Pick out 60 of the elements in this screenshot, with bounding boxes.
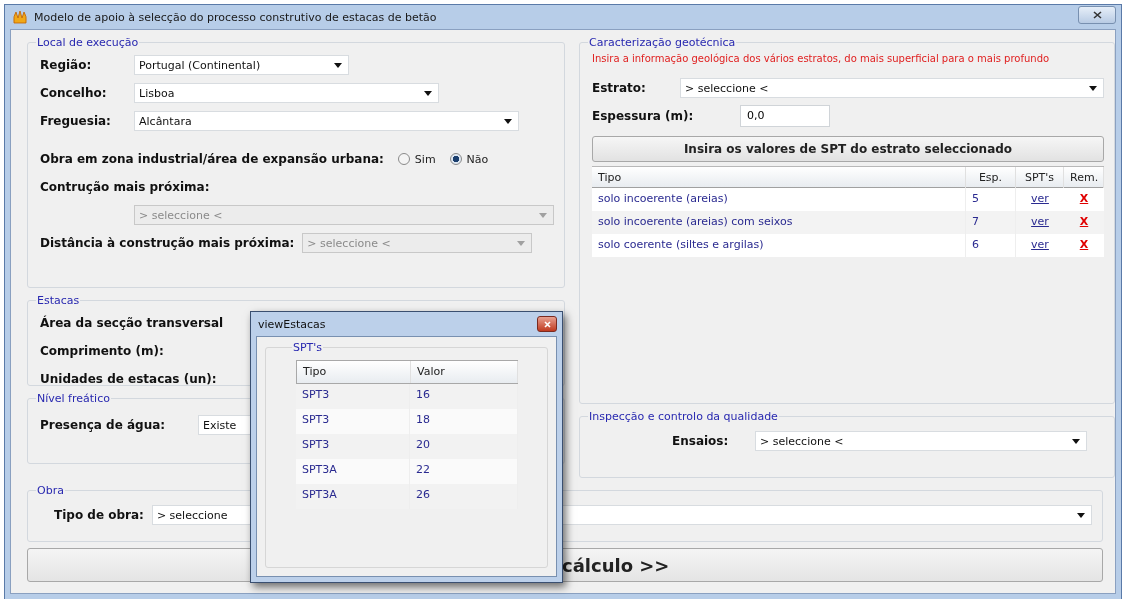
- group-title: Inspecção e controlo da qualidade: [588, 410, 779, 423]
- dropdown-arrow-icon: [517, 240, 526, 246]
- field-label: Espessura (m):: [592, 109, 695, 123]
- dropdown[interactable]: Portugal (Continental): [134, 55, 349, 75]
- field-label: Ensaios:: [672, 434, 730, 448]
- field-label: Comprimento (m):: [40, 344, 164, 358]
- field-label: Distância à construção mais próxima:: [40, 236, 295, 250]
- dropdown[interactable]: > seleccione <: [680, 78, 1104, 98]
- field-label: Área da secção transversal: [40, 316, 224, 330]
- field-label: Região:: [40, 58, 93, 72]
- column-header: Tipo: [297, 361, 411, 383]
- remove-link[interactable]: X: [1064, 211, 1104, 234]
- instruction-text: Insira a informação geológica dos vários estratos, do mais superficial para o mais profundo: [592, 53, 1051, 64]
- field-label: Concelho:: [40, 86, 108, 100]
- close-icon: [1092, 11, 1102, 19]
- field-label: Estrato:: [592, 81, 647, 95]
- radio-option[interactable]: Não: [449, 152, 489, 166]
- close-button[interactable]: [537, 316, 557, 332]
- group-title: Caracterização geotécnica: [588, 36, 737, 49]
- field-label: Tipo de obra:: [54, 508, 144, 522]
- group-title: Nível freático: [36, 392, 111, 405]
- dialog-title: viewEstacas: [258, 317, 326, 331]
- column-header: Valor: [411, 361, 518, 383]
- dropdown[interactable]: > seleccione <: [755, 431, 1087, 451]
- group-title: Estacas: [36, 294, 81, 307]
- close-button[interactable]: [1078, 6, 1116, 24]
- table-cell: SPT3A: [296, 484, 410, 509]
- field-label: Presença de água:: [40, 418, 167, 432]
- field-label: Freguesia:: [40, 114, 112, 128]
- radio-button[interactable]: [397, 153, 410, 165]
- radio-button[interactable]: [449, 153, 462, 165]
- table-cell: solo coerente (siltes e argilas): [592, 234, 966, 257]
- insert-spt-button[interactable]: Insira os valores de SPT do estrato seleccionado: [592, 136, 1104, 162]
- dropdown-arrow-icon: [424, 90, 432, 96]
- dropdown[interactable]: Lisboa: [134, 83, 439, 103]
- field-label: Contrução mais próxima:: [40, 180, 210, 194]
- radio-option[interactable]: Sim: [397, 152, 436, 166]
- window-title: Modelo de apoio à selecção do processo construtivo de estacas de betão: [34, 10, 437, 24]
- remove-link[interactable]: X: [1064, 234, 1104, 257]
- field-label: Unidades de estacas (un):: [40, 372, 217, 386]
- group-title: Local de execução: [36, 36, 140, 49]
- view-link[interactable]: ver: [1016, 188, 1064, 211]
- group-title: SPT's: [292, 341, 324, 354]
- group-title: Obra: [36, 484, 65, 497]
- app-logo-icon: [12, 9, 28, 25]
- table-cell: 26: [410, 484, 518, 509]
- dropdown-arrow-icon: [1072, 438, 1080, 444]
- dropdown-arrow-icon: [504, 118, 512, 124]
- view-link[interactable]: ver: [1016, 234, 1064, 257]
- close-icon: [543, 320, 551, 328]
- view-link[interactable]: ver: [1016, 211, 1064, 234]
- dropdown-arrow-icon: [539, 212, 547, 218]
- dropdown-arrow-icon: [1077, 512, 1085, 518]
- dropdown-arrow-icon: [1089, 85, 1097, 91]
- dropdown-arrow-icon: [334, 62, 342, 68]
- input-field[interactable]: 0,0: [740, 105, 830, 127]
- field-label: Obra em zona industrial/área de expansão urbana:: [40, 152, 384, 166]
- table-cell: 6: [966, 234, 1016, 257]
- dropdown[interactable]: Alcântara: [134, 111, 519, 131]
- remove-link[interactable]: X: [1064, 188, 1104, 211]
